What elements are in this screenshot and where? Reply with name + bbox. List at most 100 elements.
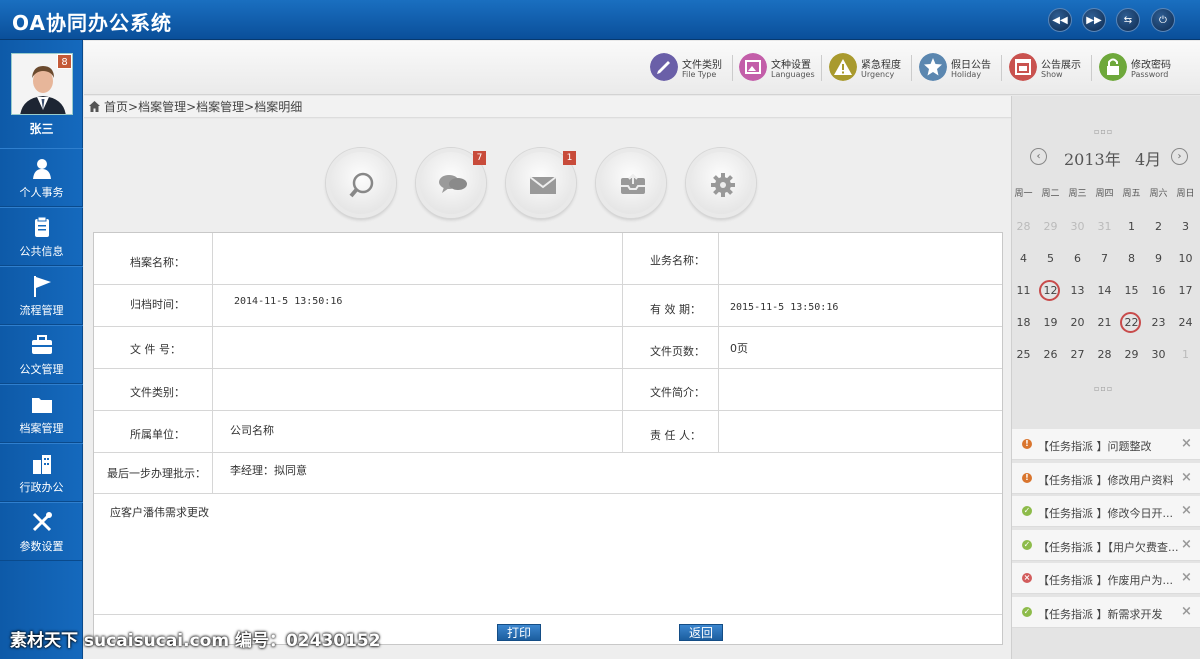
calendar-day[interactable]: 10	[1172, 248, 1199, 270]
right-panel: ▫▫▫ ‹ 2013年 4月 › 周一 周二 周三 周四 周五 周六 周日 28 29 30 31 1…	[1011, 96, 1200, 659]
close-icon[interactable]: ×	[1181, 470, 1192, 485]
close-icon[interactable]: ×	[1181, 537, 1192, 552]
nav-item-6[interactable]: 行政办公	[0, 443, 83, 502]
calendar-day[interactable]: 31	[1091, 216, 1118, 238]
close-icon[interactable]: ×	[1181, 436, 1192, 451]
nav-item-3[interactable]: 流程管理	[0, 266, 83, 325]
calendar-day[interactable]: 17	[1172, 280, 1199, 302]
toolbar-item-title: 修改密码	[1131, 60, 1171, 71]
task-item[interactable]: ! 【任务指派 】修改用户资料 ×	[1012, 462, 1200, 494]
close-icon[interactable]: ×	[1181, 503, 1192, 518]
home-icon[interactable]	[89, 101, 100, 112]
calendar-day[interactable]: 6	[1064, 248, 1091, 270]
breadcrumb-separator: >	[186, 100, 197, 114]
calendar-day[interactable]: 23	[1145, 312, 1172, 334]
task-item[interactable]: ✓ 【任务指派 】新需求开发 ×	[1012, 596, 1200, 628]
building-icon	[33, 455, 51, 474]
user-name[interactable]: 张三	[0, 120, 83, 137]
calendar-icon	[1009, 53, 1037, 81]
valid-period-value[interactable]: 2015-11-5 13:50:16	[730, 302, 838, 313]
page-count-label: 文件页数：	[650, 345, 705, 358]
task-item[interactable]: × 【任务指派 】作废用户为... ×	[1012, 563, 1200, 594]
task-item[interactable]: ✓ 【任务指派 】修改今日开... ×	[1012, 496, 1200, 527]
nav-item-label: 流程管理	[19, 304, 64, 317]
calendar-day[interactable]: 19	[1037, 312, 1064, 334]
calendar-day[interactable]: 9	[1145, 248, 1172, 270]
toolbar-item-title: 假日公告	[951, 60, 991, 71]
back-button[interactable]: 返回	[679, 624, 723, 641]
calendar-day[interactable]: 16	[1145, 280, 1172, 302]
calendar-day[interactable]: 4	[1010, 248, 1037, 270]
briefcase-icon	[32, 335, 52, 354]
calendar-month: 4月	[1135, 150, 1162, 169]
nav-item-4[interactable]: 公文管理	[0, 325, 83, 384]
mail-count-badge: 1	[563, 151, 576, 165]
drag-handle-top[interactable]: ▫▫▫	[1094, 127, 1113, 136]
drag-handle-bottom[interactable]: ▫▫▫	[1094, 384, 1113, 393]
unit-label: 所属单位：	[130, 428, 185, 441]
calendar-day[interactable]: 25	[1010, 344, 1037, 366]
archive-time-value[interactable]: 2014-11-5 13:50:16	[234, 296, 342, 307]
calendar-day[interactable]: 27	[1064, 344, 1091, 366]
calendar-day[interactable]: 28	[1091, 344, 1118, 366]
breadcrumb-item[interactable]: 档案管理	[138, 100, 186, 114]
calendar-day[interactable]: 21	[1091, 312, 1118, 334]
calendar-day[interactable]: 15	[1118, 280, 1145, 302]
print-button[interactable]: 打印	[497, 624, 541, 641]
calendar-day[interactable]: 20	[1064, 312, 1091, 334]
nav-item-5[interactable]: 档案管理	[0, 384, 83, 443]
calendar-day[interactable]: 29	[1037, 216, 1064, 238]
left-sidebar: 8 张三 个人事务 公共信息 流程管理 公文管理 档案管理 行政办公 参数设置	[0, 40, 83, 659]
breadcrumb-item[interactable]: 首页	[104, 100, 128, 114]
calendar-day[interactable]: 13	[1064, 280, 1091, 302]
task-item[interactable]: ✓ 【任务指派 】【用户欠费查... ×	[1012, 529, 1200, 561]
calendar-day[interactable]: 14	[1091, 280, 1118, 302]
nav-item-label: 公文管理	[19, 363, 64, 376]
swap-icon[interactable]: ⇆	[1116, 8, 1140, 32]
status-ok-icon: ✓	[1022, 539, 1032, 550]
unit-value[interactable]: 公司名称	[230, 422, 274, 438]
image-icon	[739, 53, 767, 81]
power-icon[interactable]: ⏻	[1151, 8, 1175, 32]
calendar-day[interactable]: 3	[1172, 216, 1199, 238]
calendar-day[interactable]: 8	[1118, 248, 1145, 270]
breadcrumb: 首页>档案管理>档案管理>档案明细	[84, 96, 1011, 118]
last-step-value[interactable]: 李经理：拟同意	[230, 462, 307, 478]
calendar-day[interactable]: 11	[1010, 280, 1037, 302]
settings-button[interactable]	[686, 148, 756, 218]
calendar-day[interactable]: 5	[1037, 248, 1064, 270]
archive-name-label: 档案名称：	[130, 256, 185, 269]
nav-item-2[interactable]: 公共信息	[0, 207, 83, 266]
page-count-value[interactable]: 0页	[730, 340, 748, 356]
close-icon[interactable]: ×	[1181, 570, 1192, 585]
calendar-day[interactable]: 1	[1172, 344, 1199, 366]
nav-item-7[interactable]: 参数设置	[0, 502, 83, 561]
calendar-day[interactable]: 30	[1145, 344, 1172, 366]
calendar-day[interactable]: 18	[1010, 312, 1037, 334]
close-icon[interactable]: ×	[1181, 604, 1192, 619]
toolbar-item-subtitle: Urgency	[861, 70, 895, 79]
rewind-icon[interactable]: ◀◀	[1048, 8, 1072, 32]
next-month-icon[interactable]: ›	[1171, 148, 1188, 165]
inbox-button[interactable]	[596, 148, 666, 218]
nav-item-label: 公共信息	[19, 245, 64, 258]
calendar-day[interactable]: 2	[1145, 216, 1172, 238]
remarks-text[interactable]: 应客户潘伟需求更改	[110, 504, 209, 520]
weekday-header: 周日	[1176, 189, 1195, 199]
calendar-day[interactable]: 28	[1010, 216, 1037, 238]
search-button[interactable]	[326, 148, 396, 218]
forward-icon[interactable]: ▶▶	[1082, 8, 1106, 32]
calendar-day[interactable]: 30	[1064, 216, 1091, 238]
calendar-day[interactable]: 12	[1037, 280, 1064, 302]
calendar-day[interactable]: 26	[1037, 344, 1064, 366]
nav-item-1[interactable]: 个人事务	[0, 148, 83, 207]
tools-icon	[32, 512, 52, 532]
calendar-day[interactable]: 1	[1118, 216, 1145, 238]
calendar-day[interactable]: 24	[1172, 312, 1199, 334]
calendar-day[interactable]: 22	[1118, 312, 1145, 334]
prev-month-icon[interactable]: ‹	[1030, 148, 1047, 165]
breadcrumb-item[interactable]: 档案管理	[196, 100, 244, 114]
calendar-day[interactable]: 7	[1091, 248, 1118, 270]
calendar-day[interactable]: 29	[1118, 344, 1145, 366]
task-item[interactable]: ! 【任务指派 】问题整改 ×	[1012, 429, 1200, 460]
